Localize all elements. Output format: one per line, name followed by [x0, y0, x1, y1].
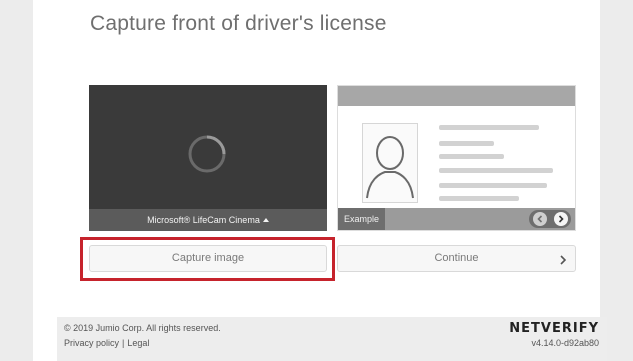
- person-silhouette-icon: [366, 136, 414, 199]
- privacy-policy-link[interactable]: Privacy policy: [64, 338, 119, 348]
- id-line: [439, 183, 547, 188]
- id-line: [439, 196, 519, 201]
- id-line: [439, 154, 504, 159]
- legal-link[interactable]: Legal: [127, 338, 149, 348]
- version-text: v4.14.0-d92ab80: [531, 338, 599, 348]
- camera-device-label: Microsoft® LifeCam Cinema: [147, 215, 260, 225]
- id-line: [439, 168, 553, 173]
- page-title: Capture front of driver's license: [90, 12, 387, 35]
- chevron-right-icon: [560, 255, 567, 265]
- capture-highlight-box: [80, 237, 335, 281]
- camera-preview: Microsoft® LifeCam Cinema: [89, 85, 327, 231]
- example-card-header: [338, 86, 575, 106]
- example-label: Example: [338, 208, 386, 230]
- example-navigation: [529, 210, 571, 228]
- caret-up-icon: [262, 218, 269, 222]
- example-card: Example: [337, 85, 576, 231]
- continue-button[interactable]: Continue: [337, 245, 576, 272]
- id-line: [439, 141, 494, 146]
- copyright-text: © 2019 Jumio Corp. All rights reserved.: [64, 323, 221, 333]
- link-separator: |: [122, 338, 125, 348]
- footer-links: Privacy policy | Legal: [64, 338, 149, 348]
- brand-logo: NETVERIFY: [509, 321, 599, 336]
- portrait-placeholder: [362, 123, 418, 203]
- continue-label: Continue: [434, 252, 479, 264]
- loading-spinner-icon: [188, 135, 226, 173]
- chevron-right-icon[interactable]: [553, 212, 568, 226]
- footer: © 2019 Jumio Corp. All rights reserved. …: [57, 317, 607, 361]
- camera-selector[interactable]: Microsoft® LifeCam Cinema: [89, 209, 327, 231]
- id-line: [439, 125, 539, 130]
- chevron-left-icon[interactable]: [532, 212, 547, 226]
- right-margin: [600, 0, 633, 361]
- left-margin: [0, 0, 33, 361]
